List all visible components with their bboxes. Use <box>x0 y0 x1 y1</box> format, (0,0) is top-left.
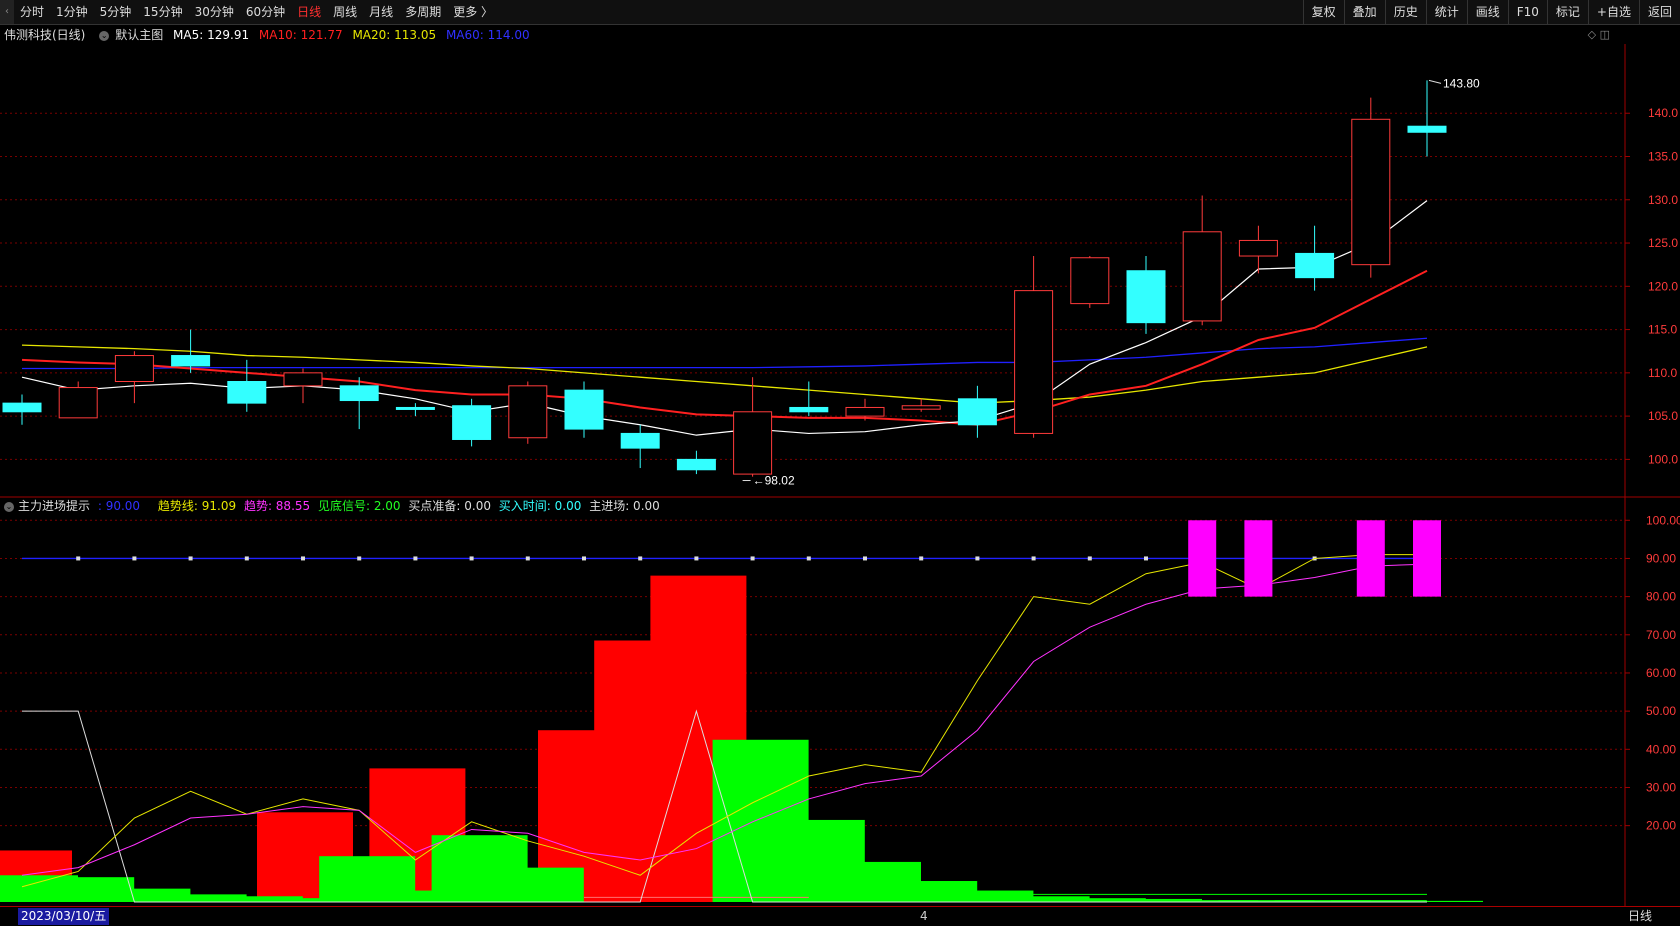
candle-body <box>1295 252 1335 279</box>
period-label[interactable]: 日线 <box>1628 908 1652 925</box>
y-tick-label: 40.00 <box>1646 742 1676 756</box>
retail-bar <box>487 867 584 902</box>
candle-body <box>339 385 379 402</box>
y-tick-label: 50.00 <box>1646 704 1676 718</box>
level-marker <box>357 556 362 561</box>
level-marker <box>76 556 81 561</box>
candle-body <box>957 398 997 426</box>
cursor-marker: 4 <box>920 909 928 923</box>
candle-body <box>789 406 829 413</box>
level-marker <box>301 556 305 561</box>
high-label: 143.80 <box>1443 76 1480 90</box>
y-tick-label: 130.0 <box>1648 193 1678 207</box>
level-marker <box>638 556 643 561</box>
level-marker <box>188 556 193 561</box>
level-marker <box>750 556 755 561</box>
candle-body <box>1126 270 1166 324</box>
y-tick-label: 70.00 <box>1646 628 1676 642</box>
level-marker <box>1144 556 1148 561</box>
level-marker <box>863 556 867 561</box>
y-tick-label: 110.0 <box>1648 366 1677 380</box>
candle-body <box>901 405 941 410</box>
candle-body <box>1351 118 1391 266</box>
candle-body <box>58 387 98 419</box>
candle-body <box>2 402 42 413</box>
candle-body <box>564 389 604 430</box>
candle-body <box>1014 290 1054 434</box>
time-axis: 2023/03/10/五 4 日线 <box>0 906 1680 926</box>
level-marker <box>919 556 924 561</box>
chart-area[interactable]: 100.0 105.0 110.0 115.0 120.0 125.0 130.0 135.0… <box>0 0 1680 906</box>
candle-body <box>1407 125 1447 133</box>
entry-signal-bar <box>1413 520 1441 597</box>
candle-body <box>845 406 885 417</box>
candle-body <box>227 381 267 404</box>
level-marker <box>132 556 137 561</box>
entry-signal-bar <box>1356 520 1385 597</box>
y-tick-label: 100.00 <box>1646 513 1680 527</box>
level-marker <box>1031 556 1036 561</box>
level-marker <box>469 556 474 561</box>
y-tick-label: 100.0 <box>1648 452 1678 466</box>
y-tick-label: 80.00 <box>1646 590 1676 604</box>
cursor-date: 2023/03/10/五 <box>18 908 110 925</box>
level-marker <box>525 556 530 561</box>
level-marker <box>1087 556 1092 561</box>
y-tick-label: 115.0 <box>1648 323 1677 337</box>
y-tick-label: 90.00 <box>1646 551 1676 565</box>
y-tick-label: 60.00 <box>1646 666 1676 680</box>
y-tick-label: 135.0 <box>1648 150 1678 164</box>
entry-signal-bar <box>1244 520 1273 597</box>
y-tick-label: 20.00 <box>1646 819 1676 833</box>
candle-body <box>1070 257 1110 305</box>
candle-body <box>171 355 211 367</box>
candle-body <box>1238 239 1278 257</box>
candle-body <box>452 405 492 440</box>
candle-body <box>676 458 716 471</box>
y-tick-label: 140.0 <box>1648 106 1678 120</box>
level-marker <box>244 556 249 561</box>
candle-body <box>508 385 548 439</box>
level-marker <box>582 556 586 561</box>
candle-body <box>620 432 660 449</box>
y-tick-label: 125.0 <box>1648 236 1678 250</box>
y-tick-label: 120.0 <box>1648 279 1678 293</box>
entry-signal-bar <box>1188 520 1217 597</box>
candle-body <box>733 411 773 475</box>
level-marker <box>975 556 980 561</box>
candle-body <box>114 355 154 382</box>
candle-body <box>395 406 435 410</box>
ma60-line <box>22 337 1428 370</box>
level-marker <box>806 556 811 561</box>
y-tick-label: 105.0 <box>1648 409 1678 423</box>
candle-body <box>283 372 323 387</box>
y-tick-label: 30.00 <box>1646 780 1676 794</box>
level-marker <box>413 556 418 561</box>
level-marker <box>694 556 699 561</box>
candle-body <box>1182 231 1222 322</box>
high-marker <box>1428 79 1442 84</box>
low-label: ←98.02 <box>753 474 795 488</box>
